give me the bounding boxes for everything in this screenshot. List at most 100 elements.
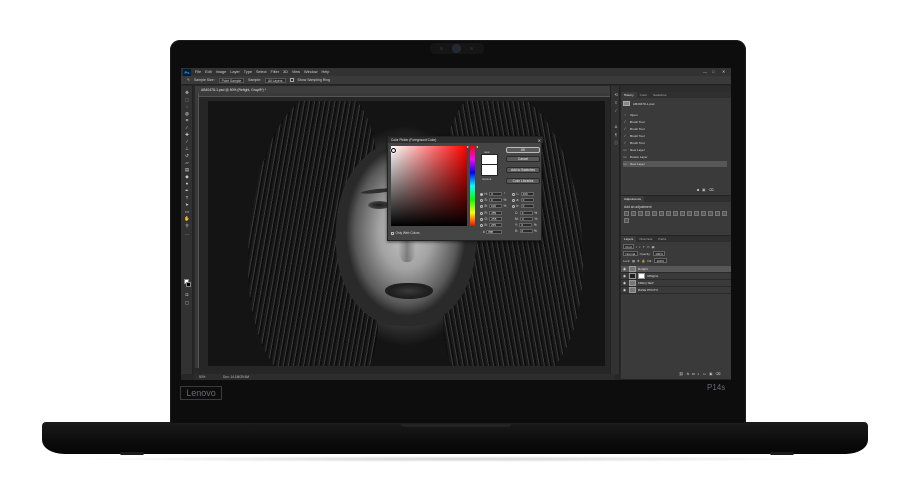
input-hex[interactable]: ffffff [486, 230, 503, 234]
history-brush-tool-icon[interactable]: ↺ [184, 153, 190, 158]
filter-smart-icon[interactable]: ▣ [652, 245, 655, 249]
layer-row[interactable]: ◉ Refight [621, 266, 731, 273]
menu-view[interactable]: View [292, 70, 300, 74]
layer-kind-select[interactable]: Kind [623, 244, 635, 249]
threshold-icon[interactable] [715, 211, 720, 216]
properties-panel-icon[interactable]: ≡ [613, 100, 619, 105]
input-m[interactable]: 0 [520, 217, 534, 221]
link-layers-icon[interactable]: ⛓ [679, 372, 684, 376]
posterize-icon[interactable] [708, 211, 713, 216]
input-c[interactable]: 0 [519, 211, 533, 215]
menu-layer[interactable]: Layer [230, 70, 240, 74]
photo-filter-icon[interactable] [680, 211, 685, 216]
only-web-colors-checkbox[interactable] [391, 231, 394, 235]
type-tool-icon[interactable]: T [184, 195, 190, 200]
filter-type-icon[interactable]: T [643, 245, 645, 249]
input-y[interactable]: 0 [519, 223, 533, 227]
minimize-button[interactable]: — [703, 69, 707, 74]
visibility-eye-icon[interactable]: ◉ [623, 274, 627, 278]
input-b[interactable]: 100 [489, 204, 503, 208]
tab-color[interactable]: Color [637, 92, 650, 98]
menu-window[interactable]: Window [304, 70, 318, 74]
radio-g[interactable] [480, 217, 483, 221]
brightness-contrast-icon[interactable] [624, 211, 629, 216]
input-a[interactable]: 0 [520, 198, 534, 202]
zoom-tool-icon[interactable]: ⚲ [184, 223, 190, 228]
history-item[interactable]: ∕ Brush Tool [623, 133, 727, 139]
radio-blue[interactable] [480, 223, 483, 227]
filter-shape-icon[interactable]: ▭ [647, 245, 650, 249]
fill-input[interactable]: 100% [653, 258, 667, 263]
zoom-level[interactable]: 50% [199, 375, 205, 379]
radio-h[interactable] [480, 192, 483, 196]
crop-tool-icon[interactable]: ⌗ [184, 118, 190, 123]
history-item[interactable]: ▫ Open [623, 112, 727, 118]
blur-tool-icon[interactable]: ◆ [184, 174, 190, 179]
history-item[interactable]: ∕ Brush Tool [623, 119, 727, 125]
filter-adjust-icon[interactable]: ◐ [639, 245, 641, 249]
camera-icon[interactable]: ◙ [697, 188, 699, 192]
dodge-tool-icon[interactable]: ● [184, 181, 190, 186]
tab-channels[interactable]: Channels [636, 236, 655, 242]
stamp-tool-icon[interactable]: ⊥ [184, 146, 190, 151]
move-tool-icon[interactable]: ✥ [184, 90, 190, 95]
vibrance-icon[interactable] [652, 211, 657, 216]
history-item[interactable]: ▭ Delete Layer [623, 154, 727, 160]
new-group-icon[interactable]: ▭ [703, 372, 706, 376]
menu-3d[interactable]: 3D [283, 70, 288, 74]
menu-edit[interactable]: Edit [205, 70, 212, 74]
screen-mode-icon[interactable]: ▢ [184, 300, 190, 305]
tab-history[interactable]: History [621, 92, 637, 98]
more-tools-icon[interactable]: … [184, 231, 190, 236]
curves-icon[interactable] [638, 211, 643, 216]
eyedropper-tool-icon[interactable]: ⁄ [184, 125, 190, 130]
tab-layers[interactable]: Layers [621, 236, 637, 242]
lock-all-icon[interactable]: 🔒 [642, 259, 646, 263]
tab-adjustments[interactable]: Adjustments [621, 196, 645, 202]
layer-row[interactable]: ◉ Offlights [621, 273, 731, 280]
layer-row[interactable]: ◉ FREQ SEP [621, 280, 731, 287]
lock-position-icon[interactable]: ✥ [637, 259, 640, 263]
eraser-tool-icon[interactable]: ▱ [184, 160, 190, 165]
maximize-button[interactable]: □ [712, 69, 714, 74]
color-balance-icon[interactable] [666, 211, 671, 216]
path-select-tool-icon[interactable]: ➤ [184, 202, 190, 207]
invert-icon[interactable] [701, 211, 706, 216]
black-white-icon[interactable] [673, 211, 678, 216]
input-blue[interactable]: 255 [489, 223, 503, 227]
sample-size-select[interactable]: Point Sample [218, 77, 245, 83]
color-libraries-button[interactable]: Color Libraries [506, 178, 540, 184]
color-field-cursor-icon[interactable] [391, 148, 396, 153]
radio-r[interactable] [480, 211, 483, 215]
history-item[interactable]: ∕ Brush Tool [623, 140, 727, 146]
current-color-swatch[interactable] [481, 165, 498, 176]
info-panel-icon[interactable]: ⓘ [613, 140, 619, 145]
close-window-button[interactable]: ✕ [722, 69, 725, 74]
input-k[interactable]: 0 [519, 229, 533, 233]
brush-panel-icon[interactable]: ∕ [613, 108, 619, 113]
history-item[interactable]: ▭ New Layer [623, 161, 727, 167]
pen-tool-icon[interactable]: ✒ [184, 188, 190, 193]
lock-pixels-icon[interactable]: ▦ [632, 259, 635, 263]
gradient-tool-icon[interactable]: ▤ [184, 167, 190, 172]
quick-mask-icon[interactable]: ◘ [184, 292, 190, 297]
menu-filter[interactable]: Filter [271, 70, 279, 74]
brush-tool-icon[interactable]: ∕ [184, 139, 190, 144]
only-web-colors-option[interactable]: Only Web Colors [391, 231, 420, 235]
visibility-eye-icon[interactable]: ◉ [623, 281, 627, 285]
trash-icon[interactable]: ⌫ [716, 372, 721, 376]
levels-icon[interactable] [631, 211, 636, 216]
channel-mixer-icon[interactable] [687, 211, 692, 216]
ok-button[interactable]: OK [506, 147, 540, 153]
selective-color-icon[interactable] [624, 218, 629, 223]
radio-lab-b[interactable] [512, 204, 515, 208]
cancel-button[interactable]: Cancel [506, 156, 540, 162]
radio-l[interactable] [512, 192, 515, 196]
color-lookup-icon[interactable] [694, 211, 699, 216]
history-snapshot[interactable]: AB40478-1.psd [623, 101, 727, 107]
color-picker-titlebar[interactable]: Color Picker (Foreground Color) ✕ [388, 137, 543, 143]
close-icon[interactable]: ✕ [538, 138, 541, 143]
hand-tool-icon[interactable]: ✋ [184, 216, 190, 221]
layer-row[interactable]: ◉ BASE PHOTO [621, 287, 731, 294]
menu-type[interactable]: Type [244, 70, 252, 74]
